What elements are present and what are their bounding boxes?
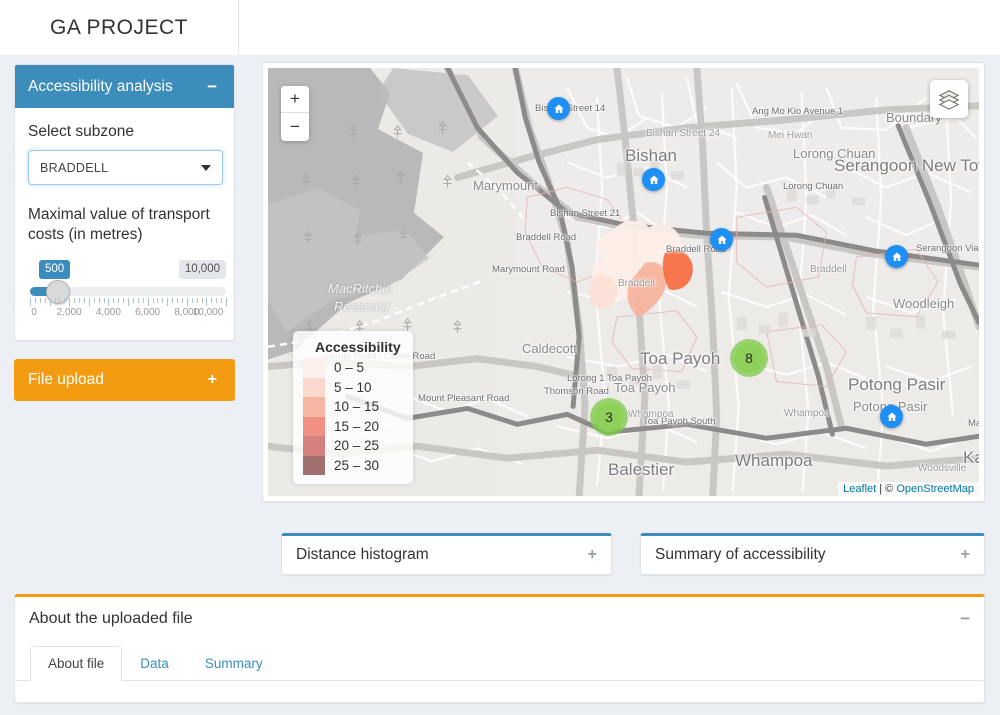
slider-scale-label: 0 (31, 307, 37, 319)
subzone-select-wrap: BRADDELL (28, 150, 223, 186)
legend-rows: 0 – 5 5 – 10 10 – 15 15 – 20 20 – 25 25 – 30 (303, 358, 401, 475)
legend-label: 25 – 30 (334, 457, 380, 473)
layers-control-button[interactable] (930, 80, 968, 118)
attribution-copyright: © (885, 483, 897, 495)
layers-icon (938, 90, 960, 110)
tab-about-file[interactable]: About file (30, 646, 123, 681)
transport-cost-slider[interactable]: 500 10,000 0 2,000 4,000 6,000 8,000 10,000 (30, 260, 227, 322)
legend-item: 5 – 10 (303, 377, 401, 397)
expand-icon[interactable]: + (204, 370, 221, 390)
accessibility-polygons (589, 220, 693, 317)
file-upload-title: File upload (28, 371, 104, 389)
legend-swatch (303, 358, 325, 378)
map-marker-home[interactable] (880, 405, 903, 428)
zoom-out-button[interactable]: − (281, 113, 309, 140)
map-marker-home[interactable] (885, 245, 908, 268)
accessibility-analysis-panel: Accessibility analysis − Select subzone … (14, 64, 235, 342)
map-panel: MacRitchie Reservoir Marymount Bishan Bishan… (262, 62, 985, 502)
map-marker-home[interactable] (547, 97, 570, 120)
home-icon (649, 175, 658, 184)
legend-item: 10 – 15 (303, 397, 401, 417)
map-legend: Accessibility 0 – 5 5 – 10 10 – 15 15 – 20 2… (293, 331, 413, 484)
legend-item: 20 – 25 (303, 436, 401, 456)
slider-from-value: 500 (39, 260, 71, 280)
home-icon (887, 412, 896, 421)
legend-label: 10 – 15 (334, 399, 380, 415)
tab-summary[interactable]: Summary (187, 646, 281, 681)
distance-histogram-title: Distance histogram (296, 546, 429, 563)
distance-histogram-panel[interactable]: Distance histogram + (281, 533, 612, 575)
legend-item: 0 – 5 (303, 358, 401, 378)
accessibility-panel-body: Select subzone BRADDELL Maximal value of… (15, 108, 234, 340)
legend-label: 20 – 25 (334, 438, 380, 454)
attribution-separator: | (876, 483, 886, 495)
leaflet-link[interactable]: Leaflet (843, 483, 876, 495)
slider-scale: 0 2,000 4,000 6,000 8,000 10,000 (30, 307, 226, 321)
slider-scale-label: 10,000 (192, 307, 224, 319)
file-upload-panel[interactable]: File upload + (14, 359, 235, 402)
slider-ticks (30, 298, 227, 307)
zoom-in-button[interactable]: + (281, 86, 309, 113)
legend-label: 15 – 20 (334, 418, 380, 434)
collapse-icon[interactable]: − (960, 609, 970, 629)
tab-data[interactable]: Data (122, 646, 187, 681)
map-cluster-count: 8 (734, 343, 764, 373)
slider-to-value: 10,000 (178, 260, 226, 280)
about-panel-title: About the uploaded file (29, 610, 193, 627)
map-cluster-count: 3 (594, 402, 624, 432)
slider-scale-label: 6,000 (135, 307, 161, 319)
chevron-down-icon (201, 164, 211, 171)
legend-swatch (303, 436, 325, 456)
summary-of-accessibility-panel[interactable]: Summary of accessibility + (640, 533, 985, 575)
legend-label: 5 – 10 (334, 379, 372, 395)
home-icon (554, 104, 563, 113)
slider-scale-label: 2,000 (56, 307, 82, 319)
home-icon (892, 252, 901, 261)
map-marker-home[interactable] (710, 228, 733, 251)
sidebar: Accessibility analysis − Select subzone … (14, 64, 235, 402)
expand-icon[interactable]: + (961, 546, 970, 564)
legend-swatch (303, 397, 325, 417)
collapse-icon[interactable]: − (203, 76, 221, 97)
about-tabs: About file Data Summary (16, 641, 983, 681)
expand-icon[interactable]: + (588, 546, 597, 564)
map-cluster-marker[interactable]: 3 (590, 398, 628, 436)
accessibility-panel-header[interactable]: Accessibility analysis − (15, 65, 234, 108)
openstreetmap-link[interactable]: OpenStreetMap (896, 483, 974, 495)
subzone-select[interactable]: BRADDELL (28, 150, 223, 186)
legend-swatch (303, 455, 325, 475)
legend-label: 0 – 5 (334, 360, 365, 376)
navbar: GA PROJECT (0, 0, 1000, 55)
legend-swatch (303, 377, 325, 397)
subzone-label: Select subzone (28, 123, 134, 140)
main-content: Accessibility analysis − Select subzone … (0, 55, 1000, 590)
navbar-empty-area (239, 0, 1000, 55)
map-attribution: Leaflet | © OpenStreetMap (838, 482, 979, 496)
about-panel-header[interactable]: About the uploaded file − (15, 597, 984, 641)
leaflet-map[interactable]: MacRitchie Reservoir Marymount Bishan Bishan… (268, 68, 979, 496)
brand-container[interactable]: GA PROJECT (0, 0, 239, 55)
home-icon (717, 235, 726, 244)
zoom-control: + − (281, 86, 309, 141)
accessibility-panel-title: Accessibility analysis (28, 77, 173, 95)
about-uploaded-file-panel: About the uploaded file − About file Data… (14, 594, 985, 703)
summary-of-accessibility-title: Summary of accessibility (655, 546, 826, 563)
legend-title: Accessibility (315, 339, 401, 355)
legend-item: 15 – 20 (303, 416, 401, 436)
legend-item: 25 – 30 (303, 455, 401, 475)
app-title: GA PROJECT (49, 15, 189, 39)
map-cluster-marker[interactable]: 8 (730, 339, 768, 377)
legend-swatch (303, 416, 325, 436)
transport-cost-label: Maximal value of transport costs (in met… (28, 206, 210, 243)
subzone-selected-value: BRADDELL (40, 160, 109, 175)
map-marker-home[interactable] (642, 168, 665, 191)
slider-scale-label: 4,000 (95, 307, 121, 319)
